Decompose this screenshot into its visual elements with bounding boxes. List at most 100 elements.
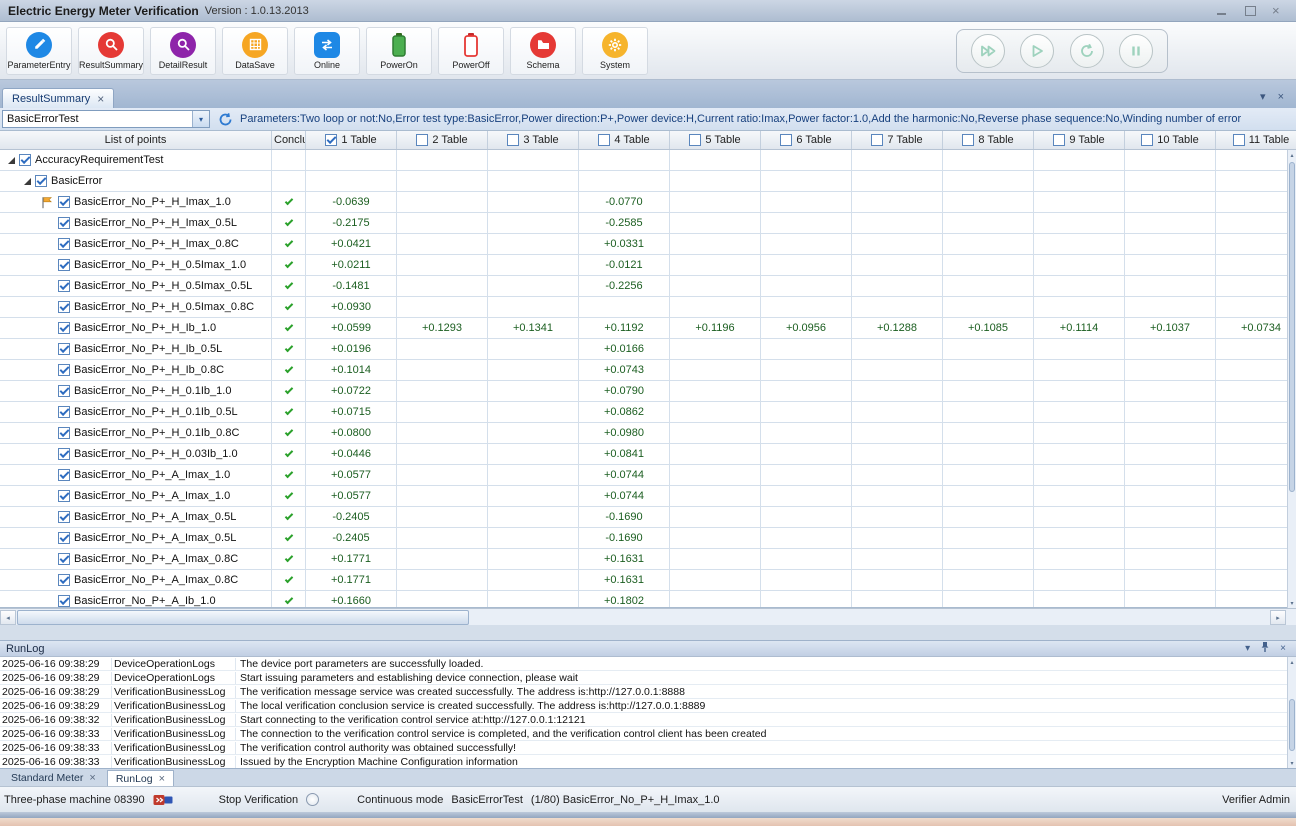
table-row[interactable]: BasicError_No_P+_H_Imax_1.0-0.0639-0.077… [0, 192, 1296, 213]
toolbar-button-detailresult[interactable]: DetailResult [150, 27, 216, 75]
column-checkbox[interactable] [780, 134, 792, 146]
tabgroup-close-icon[interactable]: × [1278, 91, 1284, 103]
refresh-icon[interactable] [217, 111, 233, 127]
scroll-down-icon[interactable]: ▾ [1288, 598, 1296, 608]
minimize-icon[interactable] [1216, 5, 1228, 16]
column-checkbox[interactable] [871, 134, 883, 146]
table-row[interactable]: BasicError_No_P+_H_0.5Imax_0.5L-0.1481-0… [0, 276, 1296, 297]
row-checkbox[interactable] [58, 238, 70, 250]
row-checkbox[interactable] [58, 217, 70, 229]
column-header-table-5[interactable]: 5 Table [670, 131, 761, 149]
row-checkbox[interactable] [58, 196, 70, 208]
row-checkbox[interactable] [58, 406, 70, 418]
column-header-table-1[interactable]: 1 Table [306, 131, 397, 149]
log-row[interactable]: 2025-06-16 09:38:29VerificationBusinessL… [0, 685, 1296, 699]
table-row[interactable]: BasicError_No_P+_H_Ib_1.0+0.0599+0.1293+… [0, 318, 1296, 339]
column-checkbox[interactable] [962, 134, 974, 146]
row-checkbox[interactable] [58, 259, 70, 271]
toolbar-button-online[interactable]: Online [294, 27, 360, 75]
log-row[interactable]: 2025-06-16 09:38:33VerificationBusinessL… [0, 741, 1296, 755]
column-checkbox[interactable] [416, 134, 428, 146]
transport-play-button[interactable] [1020, 34, 1054, 68]
runlog-scroll-thumb[interactable] [1289, 699, 1295, 751]
toolbar-button-parameterentry[interactable]: ParameterEntry [6, 27, 72, 75]
table-row[interactable]: BasicError_No_P+_H_Ib_0.8C+0.1014+0.0743 [0, 360, 1296, 381]
column-checkbox[interactable] [1141, 134, 1153, 146]
runlog-chevron-down-icon[interactable]: ▾ [1245, 643, 1250, 654]
table-row[interactable]: BasicError_No_P+_H_0.1Ib_1.0+0.0722+0.07… [0, 381, 1296, 402]
table-row[interactable]: BasicError_No_P+_A_Imax_0.5L-0.2405-0.16… [0, 507, 1296, 528]
row-checkbox[interactable] [58, 385, 70, 397]
column-header-table-3[interactable]: 3 Table [488, 131, 579, 149]
runlog-close-icon[interactable]: × [1280, 643, 1286, 654]
table-row[interactable]: BasicError_No_P+_A_Imax_0.8C+0.1771+0.16… [0, 549, 1296, 570]
column-header-table-2[interactable]: 2 Table [397, 131, 488, 149]
toolbar-button-datasave[interactable]: DataSave [222, 27, 288, 75]
row-checkbox[interactable] [58, 553, 70, 565]
scroll-left-icon[interactable]: ◂ [0, 610, 16, 625]
table-row[interactable]: BasicError_No_P+_A_Ib_1.0+0.1660+0.1802 [0, 591, 1296, 608]
table-row[interactable]: BasicError_No_P+_H_0.1Ib_0.5L+0.0715+0.0… [0, 402, 1296, 423]
table-row[interactable]: BasicError_No_P+_H_0.1Ib_0.8C+0.0800+0.0… [0, 423, 1296, 444]
row-checkbox[interactable] [58, 364, 70, 376]
log-row[interactable]: 2025-06-16 09:38:29DeviceOperationLogsTh… [0, 657, 1296, 671]
toolbar-button-schema[interactable]: Schema [510, 27, 576, 75]
bottom-tab-runlog[interactable]: RunLog× [107, 770, 174, 786]
toolbar-button-poweron[interactable]: PowerOn [366, 27, 432, 75]
vertical-scroll-thumb[interactable] [1289, 162, 1295, 492]
column-checkbox[interactable] [325, 134, 337, 146]
column-checkbox[interactable] [598, 134, 610, 146]
row-checkbox[interactable] [58, 469, 70, 481]
row-checkbox[interactable] [58, 511, 70, 523]
row-checkbox[interactable] [58, 427, 70, 439]
grid-vertical-scrollbar[interactable]: ▴ ▾ [1287, 150, 1296, 608]
tablist-chevron-down-icon[interactable]: ▾ [1260, 90, 1266, 103]
row-checkbox[interactable] [58, 322, 70, 334]
row-checkbox[interactable] [58, 301, 70, 313]
table-row[interactable]: BasicError_No_P+_H_Imax_0.5L-0.2175-0.25… [0, 213, 1296, 234]
column-header-table-6[interactable]: 6 Table [761, 131, 852, 149]
toolbar-button-poweroff[interactable]: PowerOff [438, 27, 504, 75]
column-header-table-11[interactable]: 11 Table [1216, 131, 1296, 149]
table-row[interactable]: BasicError_No_P+_H_0.03Ib_1.0+0.0446+0.0… [0, 444, 1296, 465]
column-header-table-8[interactable]: 8 Table [943, 131, 1034, 149]
column-header-table-10[interactable]: 10 Table [1125, 131, 1216, 149]
row-checkbox[interactable] [58, 595, 70, 607]
log-row[interactable]: 2025-06-16 09:38:33VerificationBusinessL… [0, 755, 1296, 768]
column-header-conclusion[interactable]: Conclu [272, 131, 306, 149]
tab-resultsummary[interactable]: ResultSummary × [2, 88, 114, 108]
column-checkbox[interactable] [1233, 134, 1245, 146]
table-row[interactable]: BasicError_No_P+_H_Ib_0.5L+0.0196+0.0166 [0, 339, 1296, 360]
scroll-right-icon[interactable]: ▸ [1270, 610, 1286, 625]
row-checkbox[interactable] [19, 154, 31, 166]
bottom-tab-standard-meter[interactable]: Standard Meter× [2, 770, 105, 786]
transport-loop-button[interactable] [1070, 34, 1104, 68]
log-row[interactable]: 2025-06-16 09:38:33VerificationBusinessL… [0, 727, 1296, 741]
scroll-up-icon[interactable]: ▴ [1288, 150, 1296, 160]
column-header-table-7[interactable]: 7 Table [852, 131, 943, 149]
table-row[interactable]: BasicError [0, 171, 1296, 192]
toolbar-button-system[interactable]: System [582, 27, 648, 75]
tab-close-icon[interactable]: × [89, 772, 95, 784]
test-type-combobox[interactable]: BasicErrorTest ▾ [2, 110, 210, 128]
table-row[interactable]: BasicError_No_P+_H_Imax_0.8C+0.0421+0.03… [0, 234, 1296, 255]
log-row[interactable]: 2025-06-16 09:38:29DeviceOperationLogsSt… [0, 671, 1296, 685]
log-row[interactable]: 2025-06-16 09:38:29VerificationBusinessL… [0, 699, 1296, 713]
row-checkbox[interactable] [35, 175, 47, 187]
table-row[interactable]: BasicError_No_P+_A_Imax_0.5L-0.2405-0.16… [0, 528, 1296, 549]
scroll-down-icon[interactable]: ▾ [1288, 758, 1296, 768]
table-row[interactable]: AccuracyRequirementTest [0, 150, 1296, 171]
row-checkbox[interactable] [58, 574, 70, 586]
row-checkbox[interactable] [58, 448, 70, 460]
row-checkbox[interactable] [58, 490, 70, 502]
table-row[interactable]: BasicError_No_P+_H_0.5Imax_0.8C+0.0930 [0, 297, 1296, 318]
row-checkbox[interactable] [58, 343, 70, 355]
combobox-dropdown-icon[interactable]: ▾ [192, 111, 209, 127]
table-row[interactable]: BasicError_No_P+_H_0.5Imax_1.0+0.0211-0.… [0, 255, 1296, 276]
grid-horizontal-scrollbar[interactable]: ◂ ▸ [0, 608, 1296, 625]
scroll-up-icon[interactable]: ▴ [1288, 657, 1296, 667]
table-row[interactable]: BasicError_No_P+_A_Imax_1.0+0.0577+0.074… [0, 486, 1296, 507]
horizontal-scroll-thumb[interactable] [17, 610, 469, 625]
pin-icon[interactable] [1260, 641, 1270, 656]
tab-close-icon[interactable]: × [97, 92, 104, 106]
